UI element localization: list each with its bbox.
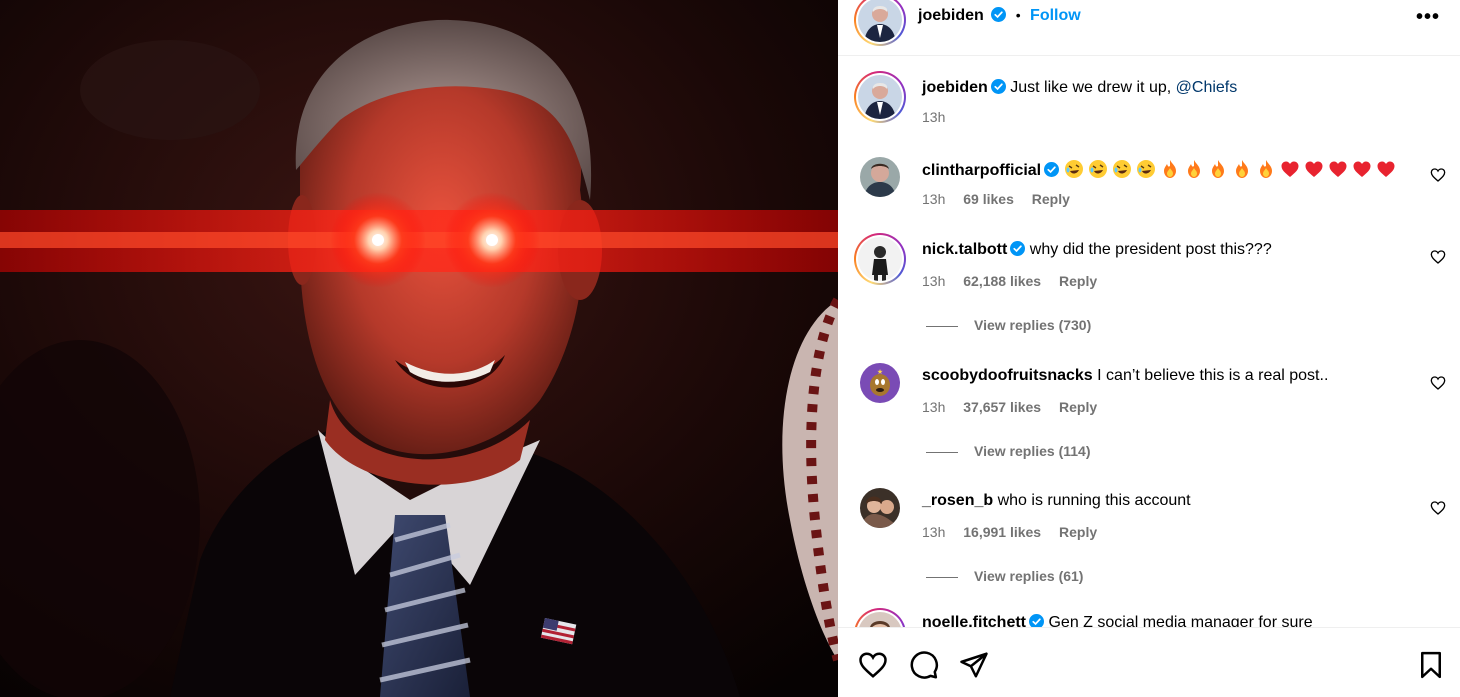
author-username[interactable]: joebiden [918, 7, 984, 24]
verified-badge-icon [991, 7, 1007, 22]
bookmark-icon[interactable] [1416, 650, 1446, 680]
fire-emoji-icon [1256, 160, 1280, 179]
commenter-username[interactable]: nick.talbott [922, 241, 1007, 258]
view-replies-label: View replies (114) [974, 443, 1091, 459]
comment-item: ★ scoobydoofruitsnacks I can’t believe t… [838, 361, 1460, 461]
comment-likes[interactable]: 16,991 likes [963, 524, 1041, 540]
verified-badge-icon [1029, 614, 1045, 627]
rofl-emoji-icon [1136, 160, 1160, 179]
rofl-emoji-icon [1112, 160, 1136, 179]
fire-emoji-icon [1160, 160, 1184, 179]
comments-list[interactable]: joebiden Just like we drew it up, @Chief… [838, 57, 1460, 627]
comment-item: nick.talbott why did the president post … [838, 233, 1460, 335]
caption-avatar[interactable] [854, 71, 906, 123]
heart-emoji-icon [1280, 161, 1304, 179]
share-icon[interactable] [959, 650, 989, 680]
heart-icon[interactable] [858, 650, 888, 680]
caption-username[interactable]: joebiden [922, 79, 988, 96]
comment-time: 13h [922, 399, 946, 415]
post-action-bar [838, 627, 1460, 697]
comment-text: why did the president post this??? [1029, 241, 1272, 258]
comment-emoji-row [1064, 160, 1400, 179]
comment-item: clintharpofficial 13h 69 likes Reply [838, 153, 1460, 213]
more-options-icon[interactable]: ••• [1416, 6, 1440, 29]
commenter-avatar[interactable] [854, 608, 906, 627]
commenter-avatar[interactable] [854, 233, 906, 285]
view-replies-line [926, 576, 958, 578]
comment-time: 13h [922, 191, 946, 207]
comment-text: Gen Z social media manager for sure [1048, 614, 1313, 627]
caption-mention-link[interactable]: @Chiefs [1176, 79, 1238, 96]
view-replies-line [926, 325, 958, 327]
svg-text:★: ★ [877, 368, 883, 376]
comment-like-heart-icon[interactable] [1430, 500, 1446, 516]
caption-time: 13h [922, 109, 946, 125]
comment-likes[interactable]: 37,657 likes [963, 399, 1041, 415]
fire-emoji-icon [1184, 160, 1208, 179]
heart-emoji-icon [1352, 161, 1376, 179]
post-detail-panel: joebiden • Follow ••• joebiden Just like… [838, 0, 1460, 697]
comment-like-heart-icon[interactable] [1430, 249, 1446, 265]
rofl-emoji-icon [1064, 160, 1088, 179]
commenter-username[interactable]: clintharpofficial [922, 162, 1041, 179]
comment-like-heart-icon[interactable] [1430, 167, 1446, 183]
commenter-avatar[interactable] [860, 488, 900, 528]
heart-emoji-icon [1328, 161, 1352, 179]
view-replies-label: View replies (61) [974, 568, 1084, 584]
reply-button[interactable]: Reply [1059, 524, 1097, 540]
author-avatar[interactable] [854, 0, 906, 46]
verified-badge-icon [990, 79, 1006, 94]
verified-badge-icon [1044, 162, 1060, 177]
comment-icon[interactable] [909, 650, 939, 680]
comment-time: 13h [922, 273, 946, 289]
view-replies-button[interactable]: View replies (730) [926, 317, 1091, 333]
caption-text: Just like we drew it up, [1010, 79, 1172, 96]
reply-button[interactable]: Reply [1059, 273, 1097, 289]
view-replies-label: View replies (730) [974, 317, 1092, 333]
view-replies-button[interactable]: View replies (114) [926, 443, 1090, 459]
verified-badge-icon [1010, 241, 1026, 256]
fire-emoji-icon [1232, 160, 1256, 179]
post-image[interactable] [0, 0, 838, 697]
commenter-avatar[interactable]: ★ [860, 363, 900, 403]
comment-item: _rosen_b who is running this account 13h… [838, 486, 1460, 586]
reply-button[interactable]: Reply [1059, 399, 1097, 415]
comment-likes[interactable]: 69 likes [963, 191, 1014, 207]
reply-button[interactable]: Reply [1032, 191, 1070, 207]
commenter-username[interactable]: _rosen_b [922, 492, 993, 509]
heart-emoji-icon [1376, 161, 1400, 179]
follow-button[interactable]: Follow [1030, 7, 1081, 24]
comment-text: I can’t believe this is a real post.. [1097, 367, 1329, 384]
rofl-emoji-icon [1088, 160, 1112, 179]
header-separator: • [1015, 7, 1021, 23]
post-image-illustration [0, 0, 838, 697]
comment-likes[interactable]: 62,188 likes [963, 273, 1041, 289]
post-header: joebiden • Follow ••• [838, 0, 1460, 56]
comment-text: who is running this account [997, 492, 1191, 509]
view-replies-button[interactable]: View replies (61) [926, 568, 1083, 584]
comment-time: 13h [922, 524, 946, 540]
comment-like-heart-icon[interactable] [1430, 375, 1446, 391]
view-replies-line [926, 451, 958, 453]
fire-emoji-icon [1208, 160, 1232, 179]
heart-emoji-icon [1304, 161, 1328, 179]
commenter-username[interactable]: noelle.fitchett [922, 614, 1026, 627]
commenter-avatar[interactable] [860, 157, 900, 197]
commenter-username[interactable]: scoobydoofruitsnacks [922, 367, 1093, 384]
post-caption: joebiden Just like we drew it up, @Chief… [838, 71, 1460, 131]
comment-item: noelle.fitchett Gen Z social media manag… [838, 608, 1460, 627]
